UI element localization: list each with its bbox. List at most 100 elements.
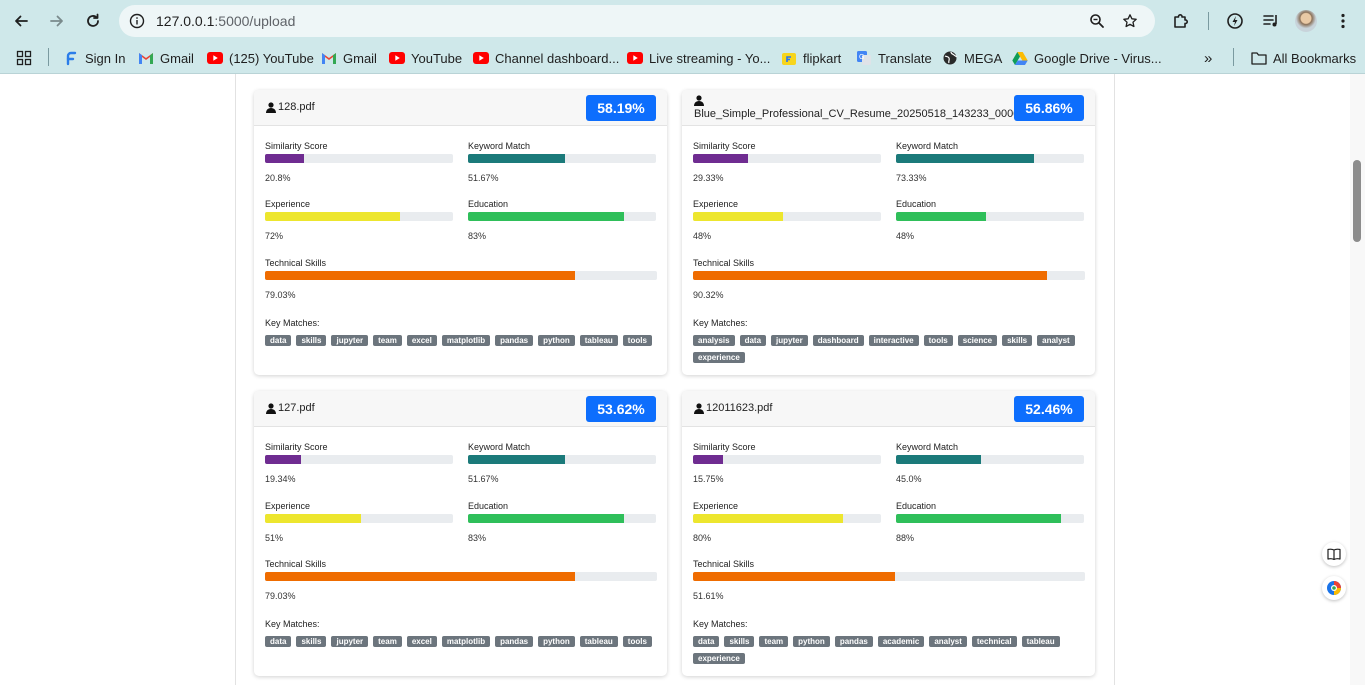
bookmark-channel-dashboard[interactable]: Channel dashboard... [473, 49, 619, 67]
key-match-tag: python [793, 636, 830, 647]
bookmark-youtube[interactable]: YouTube [389, 49, 462, 67]
similarity-bar [693, 455, 723, 464]
scrollbar-thumb[interactable] [1353, 160, 1361, 242]
progress-track [265, 455, 453, 464]
bookmark-translate[interactable]: G Translate [856, 49, 932, 67]
bookmark-sign-in[interactable]: Sign In [63, 49, 125, 67]
metric-value: 15.75% [693, 474, 724, 484]
education-metric: Education 83% [468, 199, 656, 241]
user-icon [694, 95, 704, 106]
bookmark-label: Gmail [343, 50, 377, 66]
bookmark-label: (125) YouTube [229, 50, 314, 66]
keyword-metric: Keyword Match 73.33% [896, 141, 1084, 183]
key-match-tag: pandas [495, 335, 534, 346]
extensions-icon[interactable] [1170, 10, 1192, 32]
bookmark-gmail[interactable]: Gmail [138, 49, 194, 67]
metric-label: Education [468, 501, 509, 511]
similarity-metric: Similarity Score 15.75% [693, 442, 881, 484]
metric-value: 48% [693, 231, 712, 241]
overall-score-badge: 53.62% [586, 396, 656, 422]
keyword-bar [896, 154, 1034, 163]
svg-text:G: G [859, 54, 864, 61]
site-info-icon[interactable] [127, 11, 147, 31]
key-match-tag: interactive [868, 335, 919, 346]
back-button[interactable] [9, 9, 33, 33]
bookmark-flipkart[interactable]: flipkart [781, 49, 841, 67]
reader-mode-button[interactable] [1322, 542, 1346, 566]
user-icon [266, 402, 276, 414]
keyword-metric: Keyword Match 51.67% [468, 141, 656, 183]
progress-track [896, 455, 1084, 464]
progress-track [693, 572, 1085, 581]
key-match-tag: team [759, 636, 789, 647]
bookmark-label: Google Drive - Virus... [1034, 50, 1162, 66]
menu-kebab-icon[interactable] [1332, 10, 1354, 32]
progress-track [265, 514, 453, 523]
metric-label: Education [896, 199, 937, 209]
file-name-text: 128.pdf [278, 101, 315, 113]
profile-avatar[interactable] [1295, 10, 1317, 32]
key-match-tag: jupyter [331, 335, 369, 346]
key-match-tag: python [538, 335, 575, 346]
progress-track [265, 271, 657, 280]
progress-track [265, 572, 657, 581]
education-metric: Education 83% [468, 501, 656, 543]
progress-track [896, 514, 1084, 523]
youtube-icon [627, 50, 643, 66]
bookmark-gmail-2[interactable]: Gmail [321, 49, 377, 67]
extension-widget-button[interactable] [1322, 576, 1346, 600]
url-text[interactable]: 127.0.0.1:5000/upload [156, 13, 295, 29]
address-bar[interactable]: 127.0.0.1:5000/upload [119, 5, 1155, 37]
key-match-tag: tableau [579, 335, 618, 346]
bookmark-star-icon[interactable] [1120, 11, 1140, 31]
sign-in-logo-icon [63, 50, 79, 66]
bookmark-youtube-125[interactable]: (125) YouTube [207, 49, 314, 67]
similarity-metric: Similarity Score 20.8% [265, 141, 453, 183]
apps-grid-button[interactable] [16, 49, 32, 67]
key-match-tag: tools [923, 335, 953, 346]
key-match-tag: pandas [834, 636, 873, 647]
progress-track [693, 154, 881, 163]
progress-track [468, 154, 656, 163]
metric-label: Technical Skills [693, 559, 755, 569]
forward-button[interactable] [45, 9, 69, 33]
key-match-tag: science [957, 335, 998, 346]
similarity-metric: Similarity Score 19.34% [265, 442, 453, 484]
all-bookmarks-button[interactable]: All Bookmarks [1251, 49, 1356, 67]
experience-bar [265, 212, 401, 221]
metric-value: 88% [896, 533, 915, 543]
vertical-scrollbar[interactable] [1350, 74, 1365, 685]
education-bar [896, 212, 987, 221]
metric-label: Keyword Match [896, 442, 959, 452]
bookmark-mega[interactable]: MEGA [942, 49, 1002, 67]
zoom-icon[interactable] [1087, 11, 1107, 31]
key-match-tag: skills [724, 636, 755, 647]
all-bookmarks-label: All Bookmarks [1273, 50, 1357, 66]
bookmarks-overflow-button[interactable]: » [1204, 49, 1212, 67]
keyword-bar [896, 455, 981, 464]
metric-label: Keyword Match [468, 442, 531, 452]
metric-value: 29.33% [693, 173, 724, 183]
key-match-tag: team [373, 335, 402, 346]
media-control-icon[interactable] [1260, 10, 1282, 32]
experience-bar [265, 514, 361, 523]
overall-score-badge: 58.19% [586, 95, 656, 121]
bookmark-google-drive[interactable]: Google Drive - Virus... [1012, 49, 1162, 67]
performance-icon[interactable] [1224, 10, 1246, 32]
bookmark-label: flipkart [803, 50, 842, 66]
education-metric: Education 48% [896, 199, 1084, 241]
metric-label: Similarity Score [265, 141, 328, 151]
bookmark-live-streaming[interactable]: Live streaming - Yo... [627, 49, 770, 67]
key-match-tag: python [538, 636, 575, 647]
card-header: 12011623.pdf 52.46% [682, 391, 1095, 427]
resume-file-name: 128.pdf [266, 101, 315, 113]
user-icon [266, 101, 276, 113]
metric-value: 51% [265, 533, 284, 543]
bookmarks-divider [1233, 48, 1234, 66]
bookmark-label: Channel dashboard... [495, 50, 620, 66]
page-viewport: 128.pdf 58.19% Similarity Score 20.8% Ke… [0, 74, 1365, 685]
reload-button[interactable] [81, 9, 105, 33]
experience-metric: Experience 48% [693, 199, 881, 241]
key-matches-tags: analysis data jupyter dashboard interactive t… [693, 335, 1085, 363]
youtube-studio-icon [473, 50, 489, 66]
